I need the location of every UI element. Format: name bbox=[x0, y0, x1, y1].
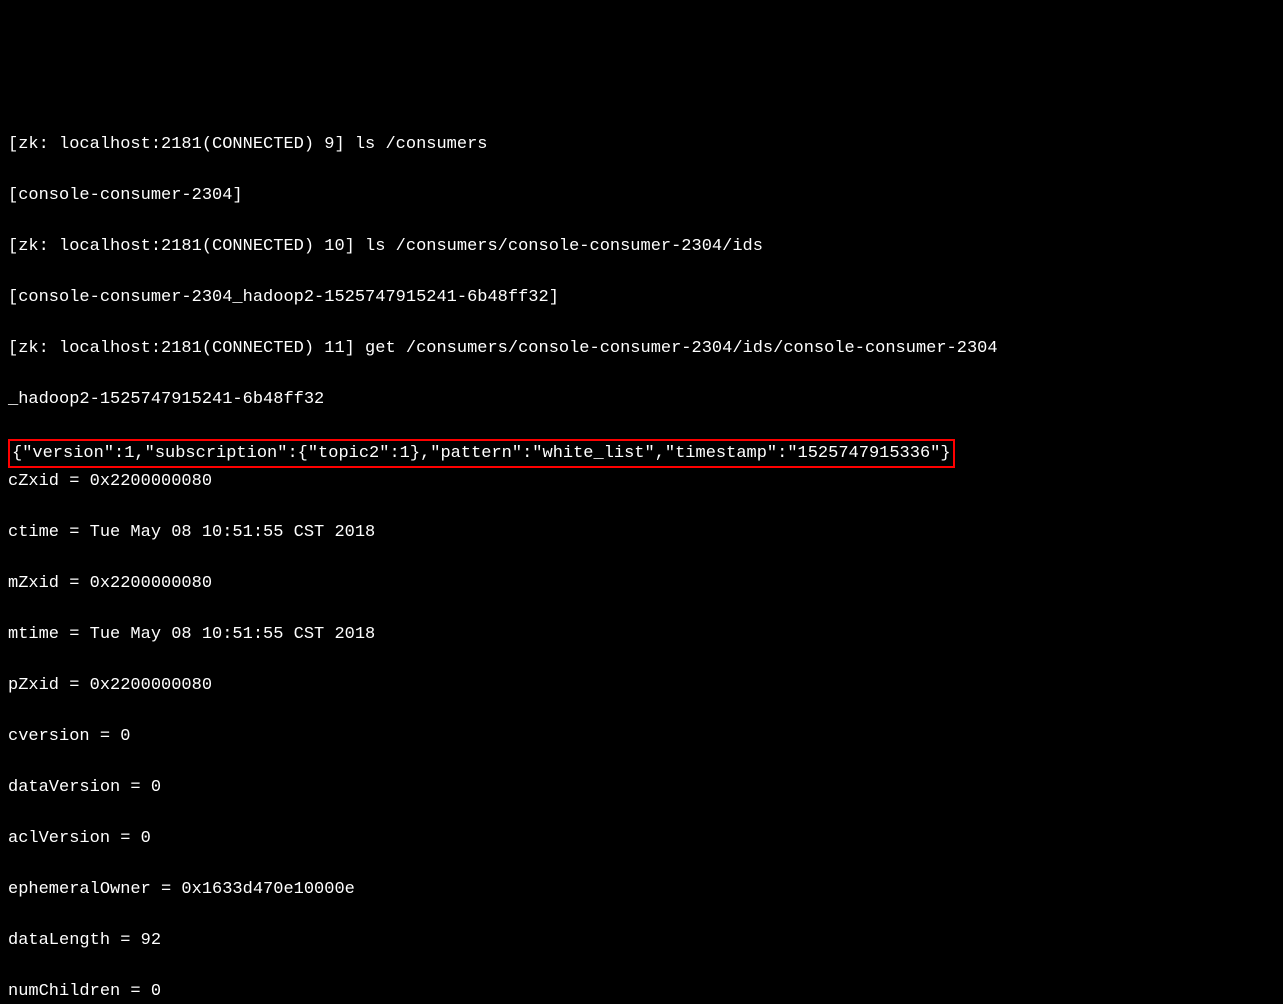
terminal-line: ephemeralOwner = 0x1633d470e10000e bbox=[8, 877, 1283, 903]
terminal-line: _hadoop2-1525747915241-6b48ff32 bbox=[8, 387, 1283, 413]
terminal-line: [zk: localhost:2181(CONNECTED) 11] get /… bbox=[8, 336, 1283, 362]
terminal-line: cversion = 0 bbox=[8, 724, 1283, 750]
terminal-line: mtime = Tue May 08 10:51:55 CST 2018 bbox=[8, 622, 1283, 648]
terminal-line: pZxid = 0x2200000080 bbox=[8, 673, 1283, 699]
terminal-line: mZxid = 0x2200000080 bbox=[8, 571, 1283, 597]
terminal-line: dataVersion = 0 bbox=[8, 775, 1283, 801]
terminal-line: aclVersion = 0 bbox=[8, 826, 1283, 852]
terminal-line: [zk: localhost:2181(CONNECTED) 10] ls /c… bbox=[8, 234, 1283, 260]
highlighted-output: {"version":1,"subscription":{"topic2":1}… bbox=[8, 439, 955, 469]
terminal-line: [console-consumer-2304] bbox=[8, 183, 1283, 209]
terminal-line: ctime = Tue May 08 10:51:55 CST 2018 bbox=[8, 520, 1283, 546]
terminal-line: [console-consumer-2304_hadoop2-152574791… bbox=[8, 285, 1283, 311]
terminal-line: numChildren = 0 bbox=[8, 979, 1283, 1004]
terminal-line: cZxid = 0x2200000080 bbox=[8, 469, 1283, 495]
terminal-line: [zk: localhost:2181(CONNECTED) 9] ls /co… bbox=[8, 132, 1283, 158]
terminal-line: dataLength = 92 bbox=[8, 928, 1283, 954]
terminal-window[interactable]: [zk: localhost:2181(CONNECTED) 9] ls /co… bbox=[8, 106, 1283, 1004]
